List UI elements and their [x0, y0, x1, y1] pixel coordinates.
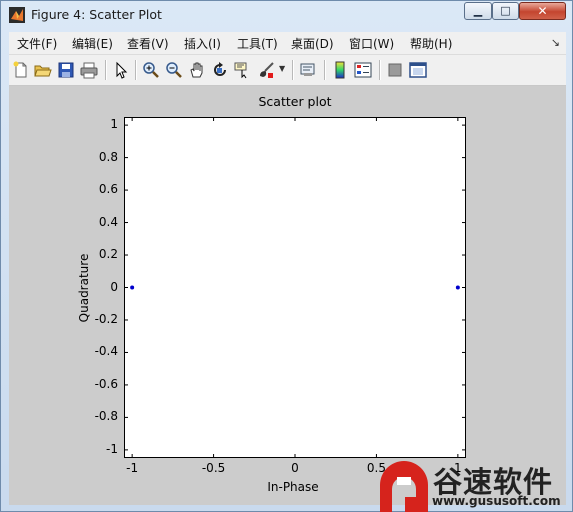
scatter-plot	[124, 117, 466, 458]
scatter-point	[455, 285, 460, 290]
watermark-url: www.gususoft.com	[432, 494, 561, 508]
scatter-point	[130, 285, 135, 290]
